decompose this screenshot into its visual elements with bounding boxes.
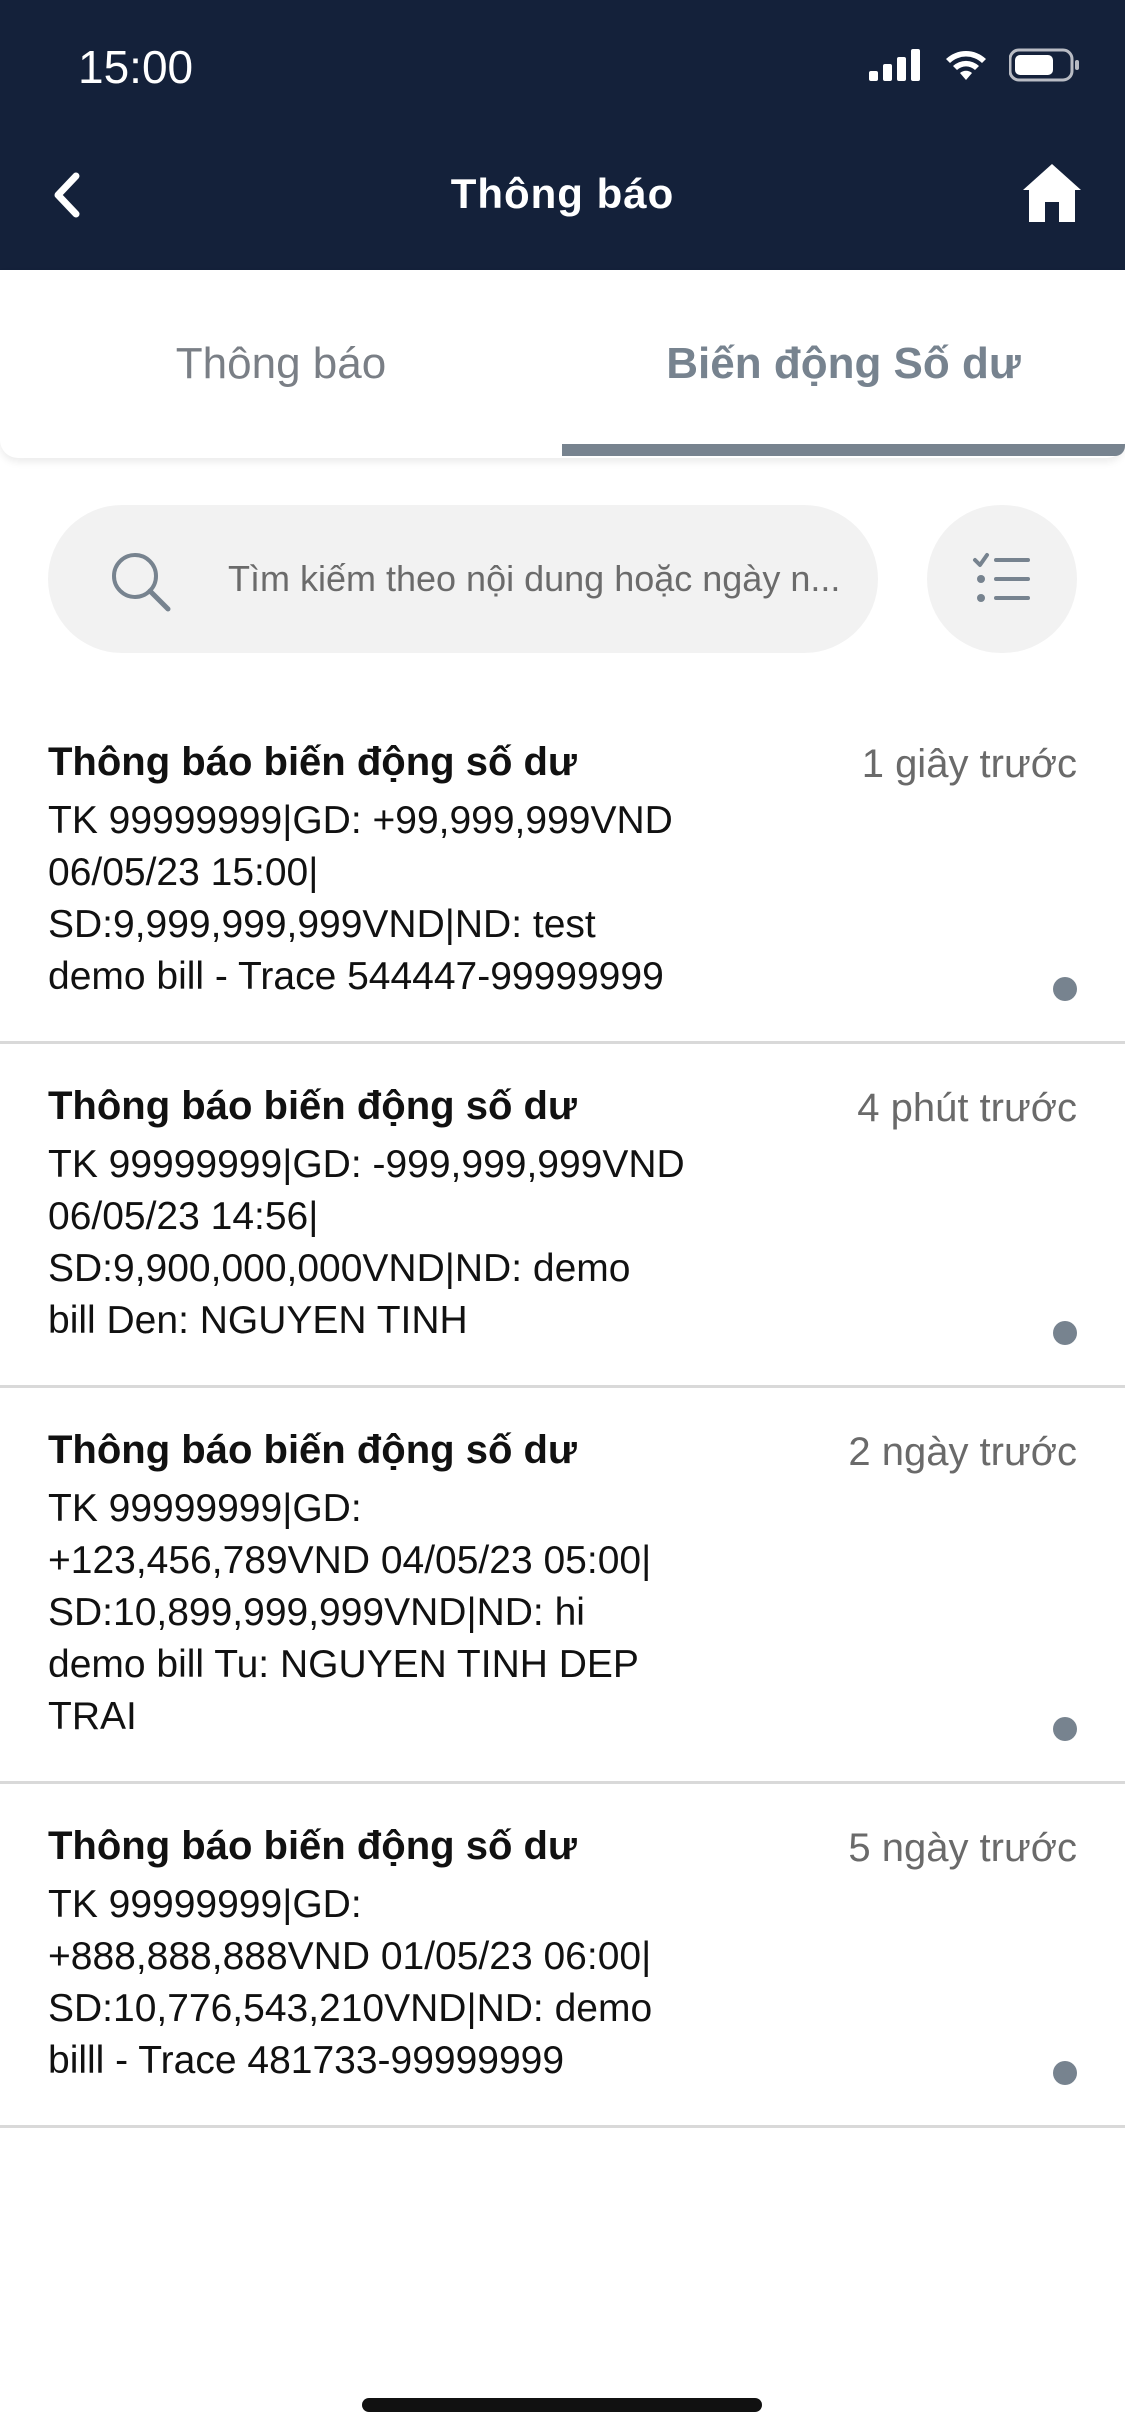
active-tab-indicator	[562, 444, 1125, 456]
notification-body: TK 99999999|GD: +123,456,789VND 04/05/23…	[48, 1487, 652, 1738]
notification-time: 2 ngày trước	[848, 1430, 1077, 1474]
list-item[interactable]: Thông báo biến động số dư TK 99999999|GD…	[0, 1044, 1125, 1388]
tab-balance-changes[interactable]: Biến động Số dư	[562, 270, 1125, 458]
search-bar[interactable]	[48, 505, 878, 653]
tab-bar: Thông báo Biến động Số dư	[0, 270, 1125, 458]
notification-time: 5 ngày trước	[848, 1826, 1077, 1870]
notification-body: TK 99999999|GD: +888,888,888VND 01/05/23…	[48, 1883, 653, 2082]
notification-body: TK 99999999|GD: -999,999,999VND 06/05/23…	[48, 1143, 685, 1342]
home-icon	[1023, 164, 1081, 222]
search-input[interactable]	[228, 505, 848, 653]
signal-icon	[869, 49, 920, 81]
unread-dot	[1053, 1717, 1077, 1741]
list-item[interactable]: Thông báo biến động số dư TK 99999999|GD…	[0, 1784, 1125, 2128]
unread-dot	[1053, 977, 1077, 1001]
home-indicator	[362, 2398, 762, 2412]
home-button[interactable]	[1019, 160, 1085, 226]
list-item[interactable]: Thông báo biến động số dư TK 99999999|GD…	[0, 1388, 1125, 1784]
tab-notifications[interactable]: Thông báo	[0, 270, 562, 458]
filter-button[interactable]	[927, 505, 1077, 653]
notification-time: 4 phút trước	[857, 1086, 1077, 1130]
notification-time: 1 giây trước	[861, 742, 1077, 786]
page-title: Thông báo	[450, 170, 675, 217]
status-time: 15:00	[78, 41, 194, 93]
search-icon	[112, 553, 171, 612]
status-icons	[869, 48, 1081, 82]
battery-icon	[1009, 48, 1079, 82]
notification-body: TK 99999999|GD: +99,999,999VND 06/05/23 …	[48, 799, 673, 998]
list-item[interactable]: Thông báo biến động số dư TK 99999999|GD…	[0, 700, 1125, 1044]
unread-dot	[1053, 1321, 1077, 1345]
notification-list: Thông báo biến động số dư TK 99999999|GD…	[0, 700, 1125, 2128]
checklist-icon	[973, 553, 1030, 602]
wifi-icon	[946, 51, 986, 80]
unread-dot	[1053, 2061, 1077, 2085]
app-header: 15:00 Thông báo	[0, 0, 1125, 270]
